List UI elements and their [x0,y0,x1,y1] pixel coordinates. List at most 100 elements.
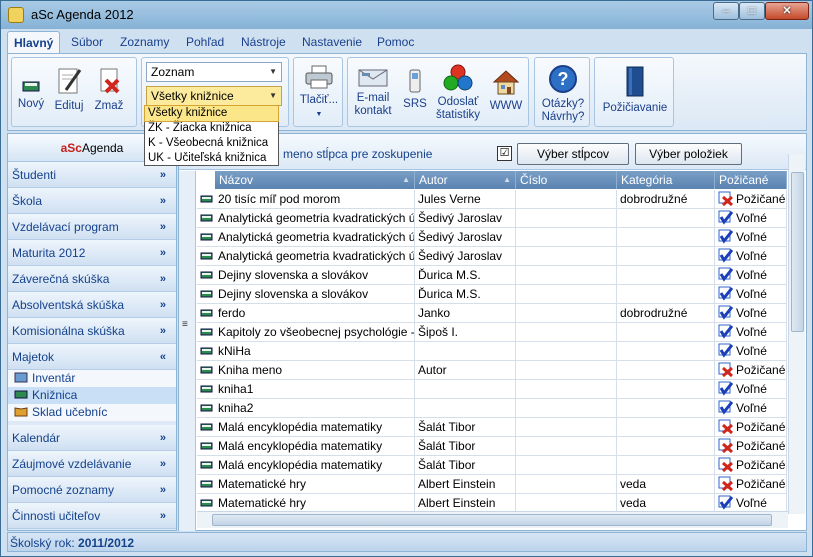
table-row[interactable]: kniha2 Voľné [197,399,787,418]
sidebar-subitem-label: Sklad učebníc [32,405,108,419]
table-row[interactable]: Analytická geometria kvadratických ú... Š… [197,247,787,266]
column-header-nazov[interactable]: Názov ▲ [215,171,415,189]
tlacit-button[interactable]: Tlačiť... ▼ [298,64,340,121]
table-cell: Šalát Tibor [415,418,516,436]
minimize-button[interactable]: ‒ [713,2,739,20]
sidebar-item-skola[interactable]: Škola » [8,188,176,214]
school-year-value: 2011/2012 [78,536,135,550]
table-cell: veda [617,494,715,512]
status-text: Požičané [736,458,786,472]
sidebar-item-label: Kalendár [12,431,61,445]
sidebar-subitem-kniznica[interactable]: Knižnica [8,387,176,404]
table-row[interactable]: Dejiny slovenska a slovákov Ďurica M.S. Vo… [197,285,787,304]
table-row[interactable]: Malá encyklopédia matematiky Šalát Tibor P… [197,437,787,456]
sidebar-subitem-inventar[interactable]: Inventár [8,370,176,387]
horizontal-scrollbar[interactable] [197,511,788,528]
grid-menu-icon[interactable]: ≡ [182,319,188,330]
table-cell: 20 tisíc míľ pod morom [215,190,415,208]
ribbon-group-edit: Nový Edituj Zmaž [11,57,137,127]
edituj-button[interactable]: Edituj [52,66,86,113]
sidebar-item-label: Absolventská skúška [12,298,125,312]
zmaz-button[interactable]: Zmaž [92,66,126,113]
table-cell [617,247,715,265]
table-row[interactable]: Kniha meno Autor Požičané [197,361,787,380]
table-row[interactable]: Kapitoly zo všeobecnej psychológie -... Š… [197,323,787,342]
table-cell: Šedivý Jaroslav [415,228,516,246]
table-row[interactable]: Malá encyklopédia matematiky Šalát Tibor P… [197,456,787,475]
select-items-button[interactable]: Výber položiek [635,143,742,165]
sidebar-subitem-sklad-ucebnic[interactable]: Sklad učebníc [8,404,176,421]
www-label: WWW [489,100,523,112]
library-filter-combo[interactable]: Všetky knižnice ▼ [146,86,282,106]
tab-pohlad[interactable]: Pohľad [180,31,230,53]
tlacit-label: Tlačiť... [299,94,339,106]
sidebar-item-maturita[interactable]: Maturita 2012 » [8,240,176,266]
select-columns-button[interactable]: Výber stĺpcov [517,143,629,165]
www-button[interactable]: WWW [488,68,524,113]
tab-pomoc[interactable]: Pomoc [371,31,420,53]
table-cell: Autor [415,361,516,379]
group-by-hint: meno stĺpca pre zoskupenie [283,147,433,161]
available-icon [718,248,733,263]
sidebar-item-zaverecna-skuska[interactable]: Záverečná skúška » [8,266,176,292]
table-row[interactable]: Malá encyklopédia matematiky Šalát Tibor P… [197,418,787,437]
school-year-label: Školský rok: [10,536,75,550]
table-row[interactable]: Analytická geometria kvadratických ú... Š… [197,228,787,247]
sidebar-item-pomocne-zoznamy[interactable]: Pomocné zoznamy » [8,477,176,503]
column-header-pozicane[interactable]: Požičané [715,171,787,189]
dropdown-option-ucitelska[interactable]: UK - Učiteľská knižnica [145,151,278,166]
help-icon: ? [549,65,577,93]
sidebar-item-komisionalna-skuska[interactable]: Komisionálna skúška » [8,318,176,344]
loaned-icon [718,476,733,491]
table-cell: veda [617,475,715,493]
otazky-navrhy-button[interactable]: ? Otázky? Návrhy? [537,64,589,124]
table-cell: Jules Verne [415,190,516,208]
table-row[interactable]: kNiHa Voľné [197,342,787,361]
column-header-cislo[interactable]: Číslo [516,171,617,189]
horizontal-scroll-thumb[interactable] [212,514,772,526]
pozicavanie-button[interactable]: Požičiavanie [599,66,671,115]
table-row[interactable]: Dejiny slovenska a slovákov Ďurica M.S. Vo… [197,266,787,285]
column-header-kategoria[interactable]: Kategória [617,171,715,189]
table-cell: ferdo [215,304,415,322]
table-cell [516,304,617,322]
window-title: aSc Agenda 2012 [31,7,134,22]
table-cell: Voľné [715,323,787,341]
column-header-autor[interactable]: Autor ▲ [415,171,516,189]
close-button[interactable]: ✕ [765,2,809,20]
novy-button[interactable]: Nový [16,78,46,111]
table-row[interactable]: Matematické hry Albert Einstein veda Požiča… [197,475,787,494]
tab-nastavenie[interactable]: Nastavenie [296,31,368,53]
vertical-scroll-thumb[interactable] [791,172,804,332]
tab-zoznamy[interactable]: Zoznamy [114,31,175,53]
table-row[interactable]: kniha1 Voľné [197,380,787,399]
sidebar-item-vzdelavaci-program[interactable]: Vzdelávací program » [8,214,176,240]
sidebar-item-cinnosti-ucitelov[interactable]: Činnosti učiteľov » [8,503,176,529]
table-row[interactable]: 20 tisíc míľ pod morom Jules Verne dobrodr… [197,190,787,209]
sidebar-item-label: Činnosti učiteľov [12,509,101,523]
tab-subor[interactable]: Súbor [65,31,109,53]
ribbon-group-print: Tlačiť... ▼ [293,57,343,127]
maximize-button[interactable]: □ [739,2,765,20]
status-text: Voľné [736,249,767,263]
srs-button[interactable]: SRS [402,68,428,111]
book-icon [200,252,213,260]
dropdown-option-ziacka[interactable]: ŽK - Žiacka knižnica [145,121,278,136]
sidebar-item-kalendar[interactable]: Kalendár » [8,425,176,451]
sidebar-item-label: Záujmové vzdelávanie [12,457,132,471]
dropdown-option-vseobecna[interactable]: K - Všeobecná knižnica [145,136,278,151]
sidebar-item-majetok[interactable]: Majetok « [8,344,176,370]
tab-nastroje[interactable]: Nástroje [235,31,292,53]
sidebar-item-zaujmove-vzdelavanie[interactable]: Záujmové vzdelávanie » [8,451,176,477]
view-combo[interactable]: Zoznam ▼ [146,62,282,82]
delete-icon [100,68,120,94]
sidebar-item-absolventska-skuska[interactable]: Absolventská skúška » [8,292,176,318]
table-row[interactable]: ferdo Janko dobrodružné Voľné [197,304,787,323]
table-row[interactable]: Analytická geometria kvadratických ú... Š… [197,209,787,228]
tab-hlavny[interactable]: Hlavný [7,31,61,53]
odoslat-statistiky-button[interactable]: Odoslať štatistiky [434,64,482,122]
group-checkbox[interactable]: ☑ [497,146,512,161]
email-kontakt-button[interactable]: E-mail kontakt [352,68,394,118]
dropdown-option-vsetky[interactable]: Všetky knižnice [144,105,279,122]
vertical-scrollbar[interactable] [788,154,805,514]
